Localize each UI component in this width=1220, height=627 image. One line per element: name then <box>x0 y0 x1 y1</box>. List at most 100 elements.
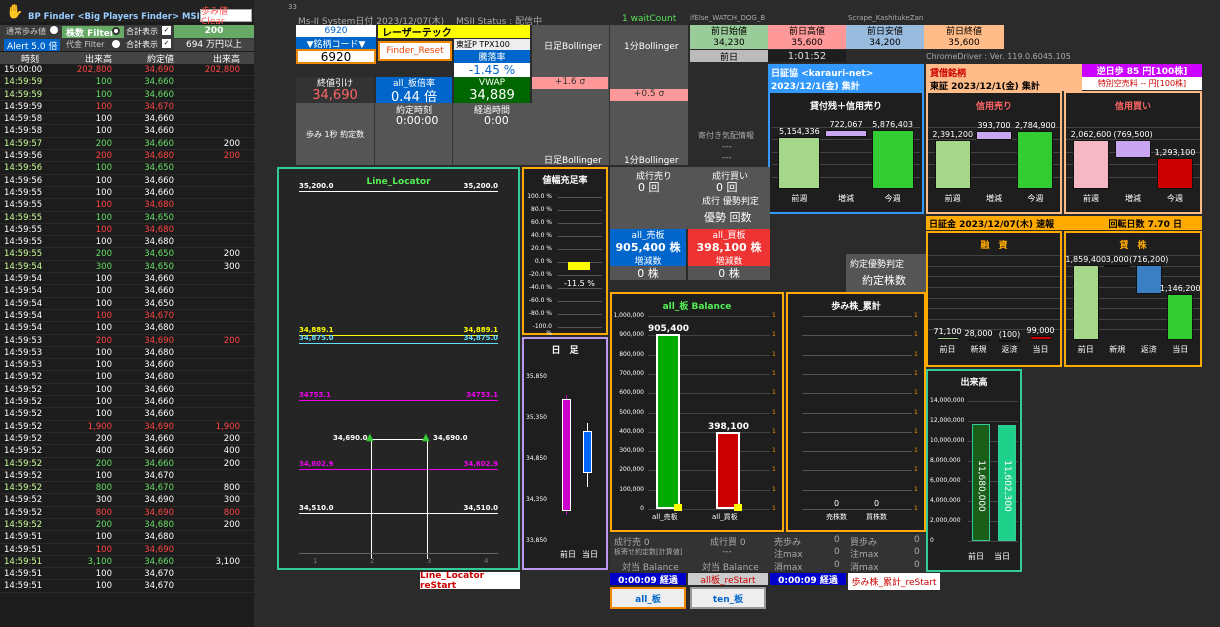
share-filter-radio[interactable] <box>112 27 120 35</box>
ticker-row[interactable]: 14:59:59 100 34,660 <box>0 76 254 89</box>
axis-tick: 20.0 % <box>531 245 552 252</box>
dekidaka-title: 出来高 <box>960 378 988 388</box>
ticker-row[interactable]: 14:59:52 400 34,660 400 <box>0 445 254 458</box>
seiko-panel: 成行売り 0 回 成行買い 0 回 成行 優勢判定 優勢 回数 <box>610 167 770 229</box>
watch-dog: ifElse_WATCH_DOG_B <box>690 14 766 22</box>
axis-tick: 4,000,000 <box>930 497 961 504</box>
wait-count: 1 waitCount <box>622 14 677 24</box>
ticker-row[interactable]: 14:59:57 200 34,660 200 <box>0 138 254 151</box>
ticker-row[interactable]: 14:59:51 100 34,670 <box>0 580 254 593</box>
ticker-volume2: 200 <box>223 458 240 469</box>
ticker-row[interactable]: 14:59:52 100 34,660 <box>0 396 254 409</box>
ticker-time: 14:59:51 <box>4 532 43 543</box>
grid-line <box>558 301 602 302</box>
code-input[interactable]: 6920 <box>296 49 376 64</box>
sum-show-checkbox-2[interactable]: ✓ <box>162 39 171 48</box>
ticker-row[interactable]: 14:59:52 100 34,680 <box>0 371 254 384</box>
amount-filter-radio[interactable] <box>112 40 120 48</box>
ticker-row[interactable]: 14:59:53 200 34,690 200 <box>0 335 254 347</box>
scrape-label: Scrape_KashitukeZan <box>848 14 924 22</box>
bar-value: 398,100 <box>708 422 749 433</box>
axis-tick-right: 1 <box>772 312 776 319</box>
ticker-row[interactable]: 14:59:55 100 34,660 <box>0 187 254 200</box>
ticker-time: 14:59:58 <box>4 114 43 125</box>
ticker-price: 34,650 <box>144 249 174 260</box>
ticker-row[interactable]: 14:59:55 200 34,650 200 <box>0 248 254 261</box>
ticker-row[interactable]: 14:59:56 100 34,660 <box>0 175 254 187</box>
ticker-row[interactable]: 14:59:52 300 34,690 300 <box>0 494 254 507</box>
ticker-time: 14:59:52 <box>4 483 43 494</box>
sum-show-checkbox-1[interactable]: ✓ <box>162 26 171 35</box>
ticker-row[interactable]: 14:59:54 100 34,670 <box>0 310 254 323</box>
grid-line <box>558 275 602 276</box>
share-filter-value[interactable]: 200 <box>174 25 254 38</box>
grid-line <box>558 197 602 198</box>
ticker-row[interactable]: 14:59:53 100 34,680 <box>0 347 254 360</box>
ticker-row[interactable]: 14:59:52 200 34,660 200 <box>0 458 254 470</box>
ticker-row[interactable]: 14:59:51 100 34,680 <box>0 531 254 544</box>
ticker-row[interactable]: 14:59:51 100 34,670 <box>0 568 254 581</box>
ticker-price: 34,680 <box>144 372 174 383</box>
ticker-time: 14:59:55 <box>4 212 43 223</box>
ticker-row[interactable]: 14:59:52 100 34,660 <box>0 384 254 397</box>
ticker-row[interactable]: 14:59:59 100 34,660 <box>0 89 254 101</box>
ticker-row[interactable]: 14:59:53 100 34,660 <box>0 359 254 372</box>
app-header: ✋ BP Finder <Big Players Finder> MSII RS… <box>0 0 254 27</box>
ticker-row[interactable]: 14:59:52 200 34,680 200 <box>0 519 254 532</box>
ayumi-chart: 歩み株_累計 1 1 1 1 1 1 1 1 1 1 1 0 売株数 0 買株数 <box>786 292 926 532</box>
finder-reset-button[interactable]: Finder_Reset <box>378 41 452 61</box>
hiashi-chart: 日 足 35,850 35,350 34,850 34,350 33,850 前日 当日 <box>522 337 608 570</box>
ticker-row[interactable]: 14:59:52 1,900 34,690 1,900 <box>0 421 254 433</box>
ticker-row[interactable]: 14:59:55 100 34,680 <box>0 224 254 237</box>
locator-label-right: 34,889.1 <box>463 326 498 334</box>
ten-ita-button[interactable]: ten_板 <box>690 587 766 609</box>
ticker-row[interactable]: 14:59:55 100 34,680 <box>0 236 254 249</box>
bar-value: 1,293,100 <box>1154 148 1196 158</box>
bar-value: 905,400 <box>648 324 689 335</box>
ayumi-restart[interactable]: 歩み株_累計_reStart <box>848 573 940 590</box>
locator-label-right: 34753.1 <box>466 391 498 399</box>
ticker-row[interactable]: 14:59:59 100 34,670 <box>0 101 254 114</box>
ticker-row[interactable]: 14:59:54 300 34,650 300 <box>0 261 254 274</box>
ticker-row[interactable]: 14:59:52 200 34,660 200 <box>0 433 254 446</box>
ticker-row[interactable]: 14:59:54 100 34,660 <box>0 285 254 298</box>
ticker-row[interactable]: 14:59:54 100 34,680 <box>0 322 254 335</box>
ticker-list[interactable]: 15:00:00 202,800 34,690 202,800 14:59:59 100 3… <box>0 64 254 593</box>
normal-radio[interactable] <box>50 26 58 34</box>
all-ita-button[interactable]: all_板 <box>610 587 686 609</box>
ticker-time: 14:59:51 <box>4 556 43 567</box>
all-ita-restart[interactable]: all板_reStart <box>688 573 768 586</box>
amount-filter-value[interactable]: 694 万円以上 <box>174 39 254 51</box>
axis-tick: 34,850 <box>526 455 547 462</box>
ticker-row[interactable]: 14:59:56 100 34,650 <box>0 162 254 175</box>
ticker-price: 34,670 <box>144 101 174 112</box>
ticker-row[interactable]: 14:59:56 200 34,680 200 <box>0 150 254 163</box>
ticker-row[interactable]: 14:59:52 800 34,670 800 <box>0 482 254 495</box>
ticker-volume: 100 <box>95 360 112 371</box>
normal-ayumi-label: 通常歩み値 <box>6 27 46 36</box>
ticker-volume: 200 <box>95 458 112 469</box>
ita-kai-value: 398,100 株 <box>688 240 770 254</box>
clear-button[interactable]: 歩み値Clear <box>200 7 252 27</box>
ticker-row[interactable]: 14:59:58 100 34,660 <box>0 125 254 138</box>
bar-value: 11,680,000 <box>976 460 986 512</box>
turnover-days: 回転日数 7.70 日 <box>1108 220 1182 230</box>
ticker-row[interactable]: 14:59:54 100 34,660 <box>0 273 254 286</box>
ticker-row[interactable]: 14:59:52 800 34,690 800 <box>0 507 254 519</box>
ticker-row[interactable]: 14:59:52 100 34,660 <box>0 408 254 421</box>
ticker-row[interactable]: 14:59:51 3,100 34,660 3,100 <box>0 556 254 569</box>
nisshokyo-title: 日証協 <karauri-net> <box>771 69 874 79</box>
line-locator-restart[interactable]: Line_Locator reStart <box>420 571 520 591</box>
ticker-row[interactable]: 15:00:00 202,800 34,690 202,800 <box>0 64 254 77</box>
ticker-row[interactable]: 14:59:58 100 34,660 <box>0 113 254 126</box>
ticker-row[interactable]: 14:59:55 100 34,650 <box>0 212 254 224</box>
ticker-row[interactable]: 14:59:51 100 34,690 <box>0 544 254 556</box>
ticker-row[interactable]: 14:59:52 100 34,670 <box>0 470 254 483</box>
ticker-row[interactable]: 14:59:55 100 34,680 <box>0 199 254 212</box>
ticker-row[interactable]: 14:59:54 100 34,650 <box>0 298 254 310</box>
ticker-time: 14:59:55 <box>4 224 43 235</box>
ticker-price: 34,690 <box>144 544 174 555</box>
itayose-dash: --- <box>722 547 732 557</box>
ticker-volume2 <box>174 89 246 100</box>
elapsed-2: 0:00:09 経過 <box>770 573 846 586</box>
